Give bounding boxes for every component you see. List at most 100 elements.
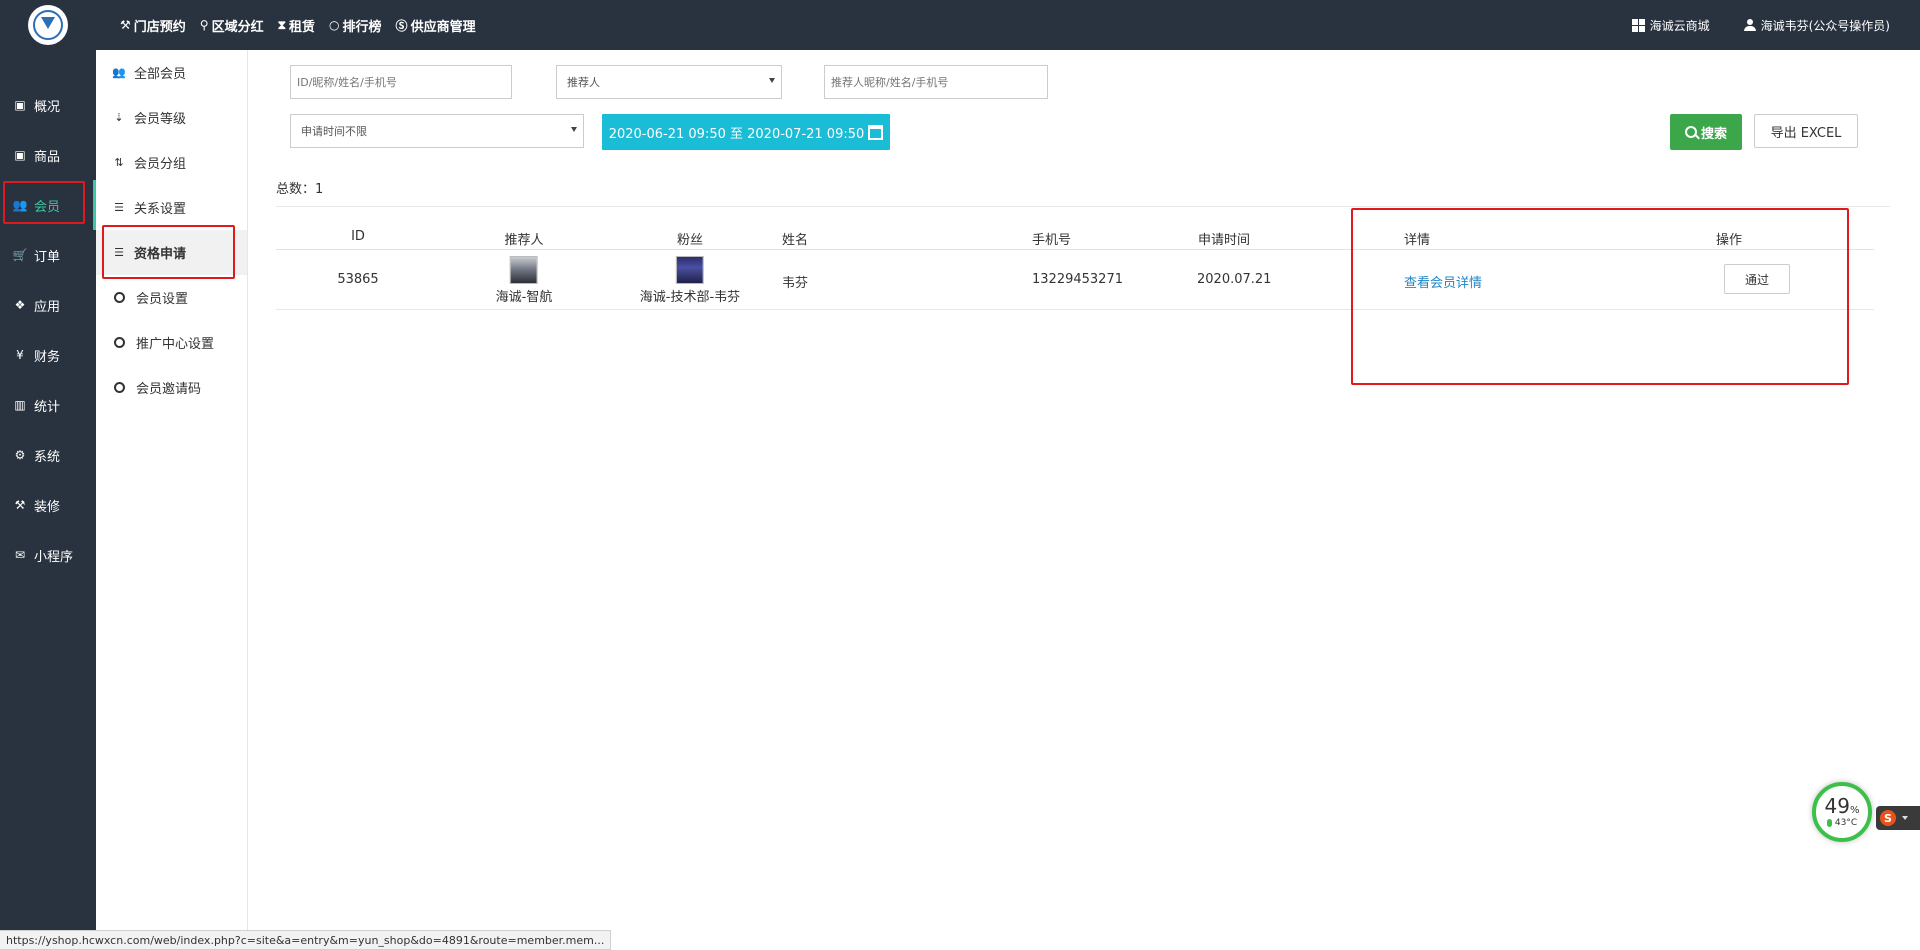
user-icon <box>1743 19 1756 31</box>
top-nav-lease[interactable]: ⧗ 租赁 <box>278 16 315 35</box>
main-nav-label: 小程序 <box>34 549 74 565</box>
main-nav-item-system[interactable]: ⚙ 系统 <box>0 430 96 480</box>
total-count: 总数：1 <box>276 182 324 197</box>
page-scrollbar[interactable] <box>1906 50 1920 930</box>
table-row: 53865 海诚-智航 海诚-技术部-韦芬 韦芬 13229453271 202… <box>276 250 1874 310</box>
main-nav-label: 财务 <box>34 349 61 365</box>
sub-sidebar: 👥 全部会员 ⇣ 会员等级 ⇅ 会员分组 ☰ 关系设置 ☰ 资格申请 会员设置 推广中心设… <box>96 50 248 930</box>
sub-nav-promo-center-settings[interactable]: 推广中心设置 <box>96 320 247 365</box>
column-header-detail: 详情 <box>1404 233 1431 248</box>
main-nav-label: 统计 <box>34 399 61 415</box>
top-nav-label: 租赁 <box>289 19 316 35</box>
search-button[interactable]: 搜索 <box>1670 114 1742 150</box>
main-nav-item-stats[interactable]: ▥ 统计 <box>0 380 96 430</box>
grid-icon <box>1631 18 1645 32</box>
approve-button[interactable]: 通过 <box>1724 264 1790 294</box>
sliders-icon: ☰ <box>114 246 124 259</box>
cell-referrer: 海诚-智航 <box>495 256 553 305</box>
main-nav-label: 系统 <box>34 449 61 465</box>
top-nav-supplier[interactable]: Ⓢ 供应商管理 <box>396 16 476 35</box>
circle-icon <box>114 337 125 348</box>
skype-icon: Ⓢ <box>395 18 408 33</box>
input-method-widget[interactable]: S <box>1876 806 1920 830</box>
main-nav-item-order[interactable]: 🛒 订单 <box>0 230 96 280</box>
sogou-ime-icon: S <box>1880 810 1896 826</box>
referrer-select-value: 推荐人 <box>567 76 600 89</box>
top-nav: ⚒ 门店预约 ⚲ 区域分红 ⧗ 租赁 ○ 排行榜 Ⓢ 供应商管理 <box>120 16 490 35</box>
main-content: 推荐人 申请时间不限 2020-06-21 09:50 至 2020-07-21… <box>248 50 1920 930</box>
top-nav-ranking[interactable]: ○ 排行榜 <box>329 16 382 35</box>
main-nav-item-overview[interactable]: ▣ 概况 <box>0 80 96 130</box>
user-label: 海诚韦芬(公众号操作员) <box>1760 18 1890 33</box>
sort-desc-icon: ⇣ <box>114 111 124 124</box>
referrer-select[interactable]: 推荐人 <box>556 65 782 99</box>
sub-nav-member-level[interactable]: ⇣ 会员等级 <box>96 95 247 140</box>
gavel-icon: ⚒ <box>14 498 26 512</box>
sub-nav-label: 会员邀请码 <box>136 382 202 397</box>
search-icon <box>1684 126 1697 138</box>
top-nav-label: 排行榜 <box>342 19 382 35</box>
cpu-percent: 49% <box>1824 794 1860 818</box>
top-nav-area-dividend[interactable]: ⚲ 区域分红 <box>200 16 264 35</box>
search-button-label: 搜索 <box>1700 126 1727 142</box>
sub-nav-qualification-apply[interactable]: ☰ 资格申请 <box>96 230 247 275</box>
cubes-icon: ❖ <box>14 298 26 312</box>
main-nav-label: 装修 <box>34 499 61 515</box>
column-header-apply-time: 申请时间 <box>1198 233 1251 248</box>
main-nav-label: 应用 <box>34 299 61 315</box>
sub-nav-all-members[interactable]: 👥 全部会员 <box>96 50 247 95</box>
view-member-detail-link[interactable]: 查看会员详情 <box>1404 272 1482 291</box>
sub-nav-label: 会员设置 <box>136 292 189 307</box>
date-range-picker[interactable]: 2020-06-21 09:50 至 2020-07-21 09:50 <box>602 114 890 150</box>
cell-phone: 13229453271 <box>1032 272 1123 287</box>
wechat-icon: ✉ <box>14 548 26 562</box>
column-header-id: ID <box>351 229 365 244</box>
sub-nav-member-group[interactable]: ⇅ 会员分组 <box>96 140 247 185</box>
calendar-icon <box>868 124 884 140</box>
cell-apply-time: 2020.07.21 <box>1197 272 1272 287</box>
apply-time-select[interactable]: 申请时间不限 <box>290 114 584 148</box>
sub-nav-label: 推广中心设置 <box>136 337 215 352</box>
export-button-label: 导出 EXCEL <box>1770 125 1842 141</box>
main-nav-label: 商品 <box>34 149 61 165</box>
main-nav-item-miniprogram[interactable]: ✉ 小程序 <box>0 530 96 580</box>
applications-table: ID 推荐人 粉丝 姓名 手机号 申请时间 详情 操作 53865 海诚-智航 … <box>276 220 1874 310</box>
brand-logo[interactable] <box>28 5 68 45</box>
caret-down-icon <box>769 78 775 83</box>
referrer-name: 海诚-智航 <box>495 290 553 305</box>
circle-icon <box>114 382 125 393</box>
approve-button-label: 通过 <box>1744 272 1769 287</box>
sub-nav-member-settings[interactable]: 会员设置 <box>96 275 247 320</box>
main-nav-item-decorate[interactable]: ⚒ 装修 <box>0 480 96 530</box>
apply-time-select-value: 申请时间不限 <box>301 125 367 138</box>
hourglass-icon: ⧗ <box>277 17 287 32</box>
top-nav-store-booking[interactable]: ⚒ 门店预约 <box>120 16 186 35</box>
main-nav-item-goods[interactable]: ▣ 商品 <box>0 130 96 180</box>
circle-icon: ○ <box>329 18 340 32</box>
store-link[interactable]: 海诚云商城 <box>1631 17 1710 34</box>
main-nav-item-finance[interactable]: ¥ 财务 <box>0 330 96 380</box>
export-excel-button[interactable]: 导出 EXCEL <box>1754 114 1858 148</box>
referrer-keyword-input[interactable] <box>824 65 1048 99</box>
thermometer-icon <box>1826 819 1832 827</box>
top-nav-label: 供应商管理 <box>410 19 476 35</box>
keyword-search-input[interactable] <box>290 65 512 99</box>
cell-id: 53865 <box>337 272 379 287</box>
column-header-phone: 手机号 <box>1032 233 1072 248</box>
main-nav-item-member[interactable]: 👥 会员 <box>0 180 96 230</box>
logo-area <box>0 0 96 50</box>
divider <box>276 206 1890 207</box>
main-nav: ▣ 概况 ▣ 商品 👥 会员 🛒 订单 ❖ 应用 ¥ 财务 ▥ 统计 ⚙ 系统 ⚒ 装修 ✉ 小程序 <box>0 80 96 580</box>
sub-nav-invite-code[interactable]: 会员邀请码 <box>96 365 247 410</box>
column-header-action: 操作 <box>1716 233 1743 248</box>
circle-icon <box>114 292 125 303</box>
main-nav-item-apps[interactable]: ❖ 应用 <box>0 280 96 330</box>
box-icon: ▣ <box>14 148 26 162</box>
users-icon: 👥 <box>112 66 126 79</box>
overview-icon: ▣ <box>14 98 26 112</box>
user-menu[interactable]: 海诚韦芬(公众号操作员) <box>1743 17 1890 34</box>
column-header-referrer: 推荐人 <box>504 233 544 248</box>
top-nav-label: 区域分红 <box>211 19 264 35</box>
sub-nav-relation-settings[interactable]: ☰ 关系设置 <box>96 185 247 230</box>
performance-monitor-widget[interactable]: 49% 43°C <box>1812 782 1872 842</box>
